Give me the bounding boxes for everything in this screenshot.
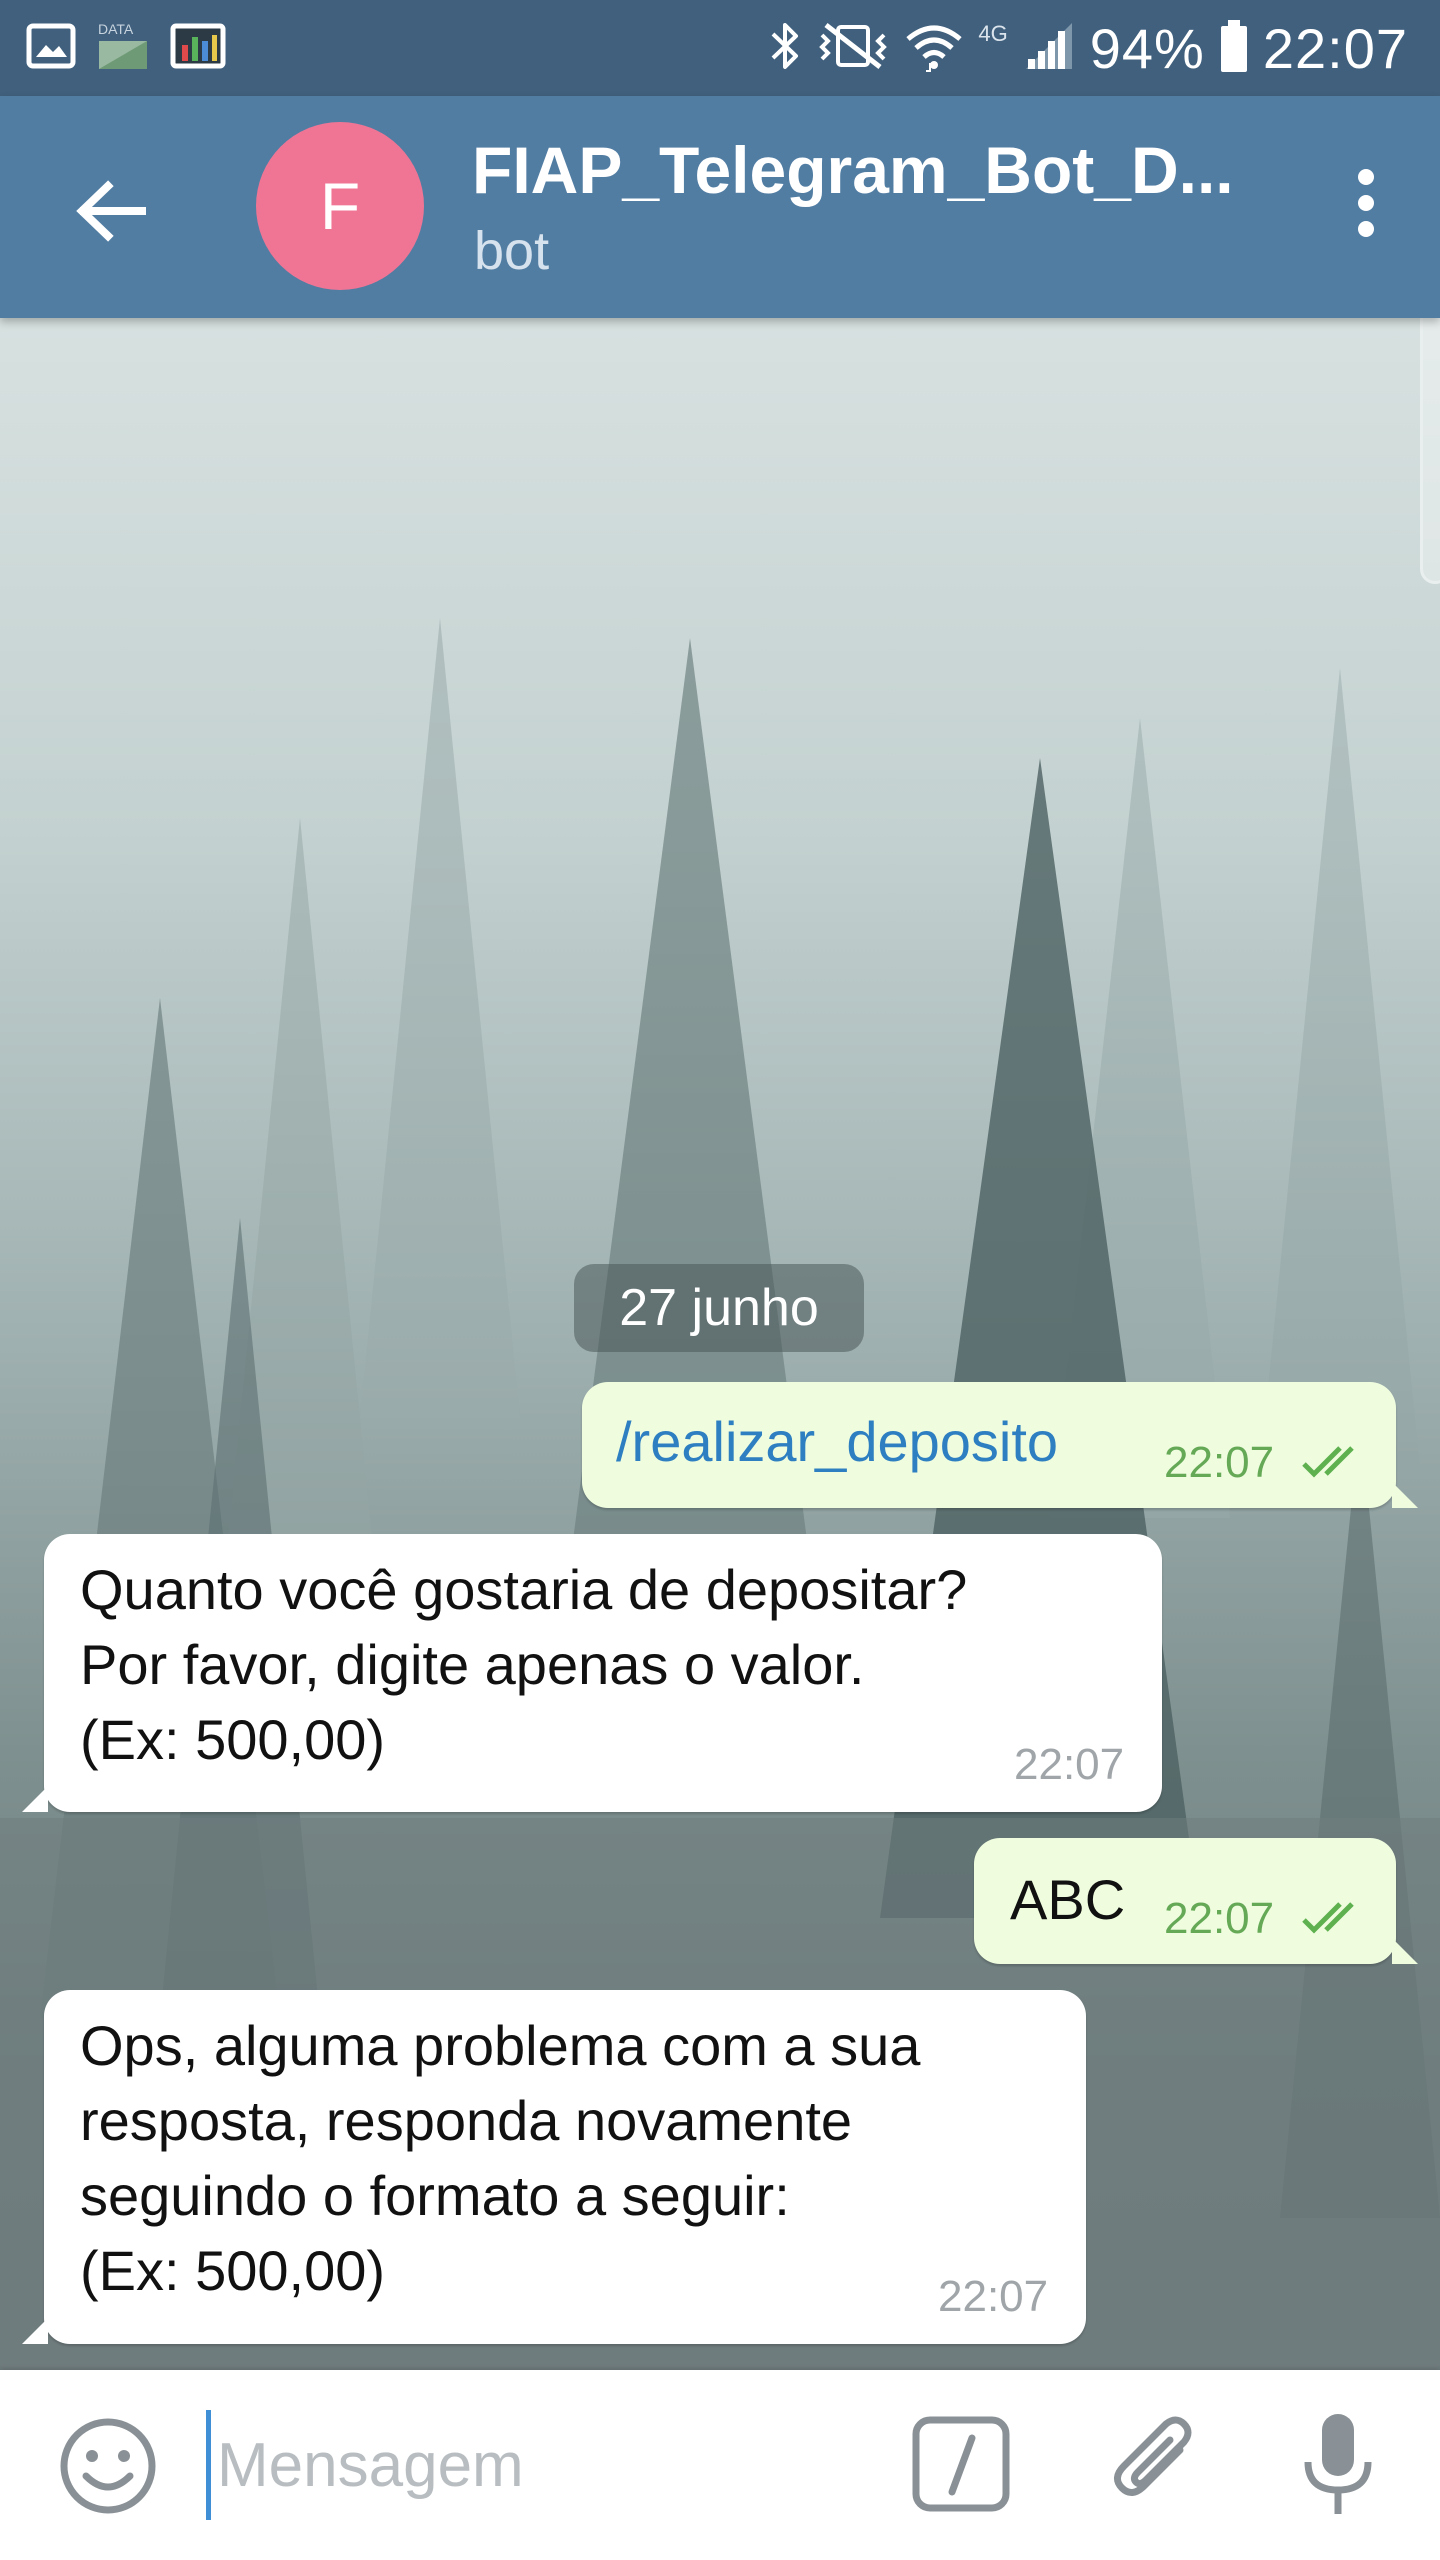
signal-icon xyxy=(1022,19,1076,78)
battery-icon xyxy=(1219,18,1249,79)
chat-title[interactable]: FIAP_Telegram_Bot_D... xyxy=(472,132,1272,208)
mute-vibrate-icon xyxy=(816,19,890,78)
bot-command-button[interactable] xyxy=(910,2412,1014,2516)
fast-scroll-handle[interactable] xyxy=(1420,318,1440,584)
back-arrow-icon xyxy=(76,180,146,242)
message-line: seguindo o formato a seguir: xyxy=(80,2164,790,2227)
telegram-chat-screen: DATA 4G 94% 22:07 F FIAP_Telegram_Bot_D.… xyxy=(0,0,1440,2560)
status-system: 4G 94% 22:07 xyxy=(768,0,1408,96)
bot-command-link[interactable]: /realizar_deposito xyxy=(616,1404,1058,1479)
message-incoming[interactable]: Quanto você gostaria de depositar? Por f… xyxy=(22,1534,1162,1812)
message-time: 22:07 xyxy=(1164,1438,1275,1487)
battery-percent: 94% xyxy=(1089,16,1205,80)
mic-button[interactable] xyxy=(1286,2410,1390,2520)
wifi-icon xyxy=(904,19,964,78)
bluetooth-icon xyxy=(768,19,802,78)
message-input[interactable] xyxy=(206,2410,857,2520)
message-time: 22:07 xyxy=(1014,1740,1125,1789)
emoji-icon xyxy=(60,2418,156,2514)
clock: 22:07 xyxy=(1262,16,1408,80)
read-checks-icon xyxy=(1302,1446,1354,1478)
message-outgoing[interactable]: /realizar_deposito 22:07 xyxy=(582,1382,1418,1508)
message-line: (Ex: 500,00) xyxy=(80,2239,386,2302)
message-text: ABC xyxy=(1010,1868,1126,1931)
message-line: Por favor, digite apenas o valor. xyxy=(80,1633,865,1696)
attach-button[interactable] xyxy=(1102,2410,1206,2514)
back-button[interactable] xyxy=(56,156,166,266)
message-outgoing[interactable]: ABC 22:07 xyxy=(974,1838,1418,1964)
message-time: 22:07 xyxy=(938,2272,1049,2321)
mic-icon xyxy=(1304,2414,1372,2514)
more-vert-icon xyxy=(1358,169,1374,237)
activity-monitor-icon xyxy=(170,23,226,74)
date-chip: 27 junho xyxy=(574,1264,864,1352)
status-bar: DATA 4G 94% 22:07 xyxy=(0,0,1440,96)
message-incoming[interactable]: Ops, alguma problema com a sua resposta,… xyxy=(22,1990,1086,2344)
avatar[interactable]: F xyxy=(256,122,424,290)
message-line: Ops, alguma problema com a sua xyxy=(80,2014,921,2077)
chat-header: F FIAP_Telegram_Bot_D... bot xyxy=(0,96,1440,318)
bot-command-icon xyxy=(912,2416,1010,2512)
message-line: Quanto você gostaria de depositar? xyxy=(80,1558,968,1621)
message-line: resposta, responda novamente xyxy=(80,2089,853,2152)
emoji-button[interactable] xyxy=(56,2414,160,2518)
image-icon xyxy=(26,23,76,74)
attach-icon xyxy=(1114,2416,1192,2496)
data-icon: DATA xyxy=(96,21,150,71)
message-line: (Ex: 500,00) xyxy=(80,1708,386,1771)
read-checks-icon xyxy=(1302,1902,1354,1934)
more-options-button[interactable] xyxy=(1318,148,1414,258)
message-composer xyxy=(0,2370,1440,2560)
chat-subtitle: bot xyxy=(474,221,550,281)
message-time: 22:07 xyxy=(1164,1894,1275,1943)
network-type-label: 4G xyxy=(978,21,1008,46)
status-notifications: DATA xyxy=(26,21,226,74)
